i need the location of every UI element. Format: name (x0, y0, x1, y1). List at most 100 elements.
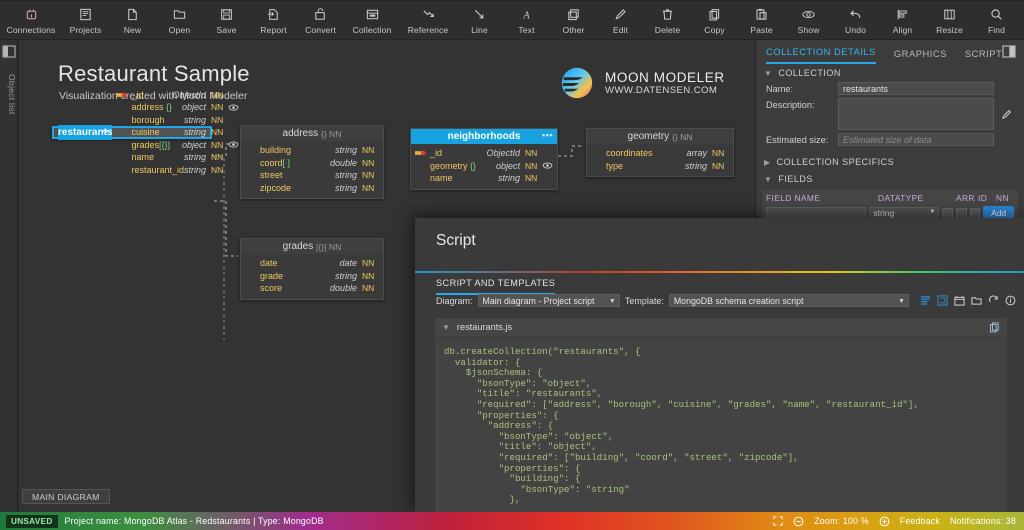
toolbar-button-other[interactable]: Other (550, 1, 597, 39)
entity-header[interactable]: address {} NN (241, 126, 383, 141)
entity-neighborhoods[interactable]: neighborhoods ••• _id ObjectId NN geomet… (410, 128, 558, 190)
field-row[interactable]: restaurant_id string NN (112, 163, 243, 176)
collection-name-input[interactable]: restaurants (838, 82, 994, 95)
open-folder-icon[interactable] (971, 295, 982, 306)
toolbar-button-line[interactable]: Line (456, 1, 503, 39)
field-row[interactable]: grade string NN (241, 270, 383, 283)
export-sql-icon[interactable] (937, 295, 948, 306)
toolbar-button-open[interactable]: Open (156, 1, 203, 39)
toolbar-button-resize[interactable]: Resize (926, 1, 973, 39)
info-icon[interactable] (1005, 295, 1016, 306)
eye-icon[interactable] (228, 103, 239, 111)
diagram-select[interactable]: Main diagram - Project script ▼ (477, 294, 620, 307)
entity-header[interactable]: restaurants ••• (58, 125, 113, 140)
tab-collection-details[interactable]: COLLECTION DETAILS (766, 46, 876, 64)
left-rail-label[interactable]: Object list (1, 74, 17, 115)
field-row[interactable]: geometry {} object NN (411, 160, 557, 173)
field-row[interactable]: address {} object NN (112, 101, 243, 114)
toolbar-button-find[interactable]: Find (973, 1, 1020, 39)
entity-menu-icon[interactable]: ••• (98, 126, 109, 136)
refresh-icon[interactable] (988, 295, 999, 306)
toolbar-button-show[interactable]: Show (785, 1, 832, 39)
toolbar-button-convert[interactable]: Convert (297, 1, 344, 39)
field-row[interactable]: grades[{}] object NN (112, 138, 243, 151)
toolbar-button-new[interactable]: New (109, 1, 156, 39)
toolbar-button-paste[interactable]: Paste (738, 1, 785, 39)
toolbar-button-align[interactable]: Align (879, 1, 926, 39)
field-row[interactable]: cuisine string NN (112, 126, 243, 139)
field-type: date (339, 258, 357, 269)
toolbar-button-script[interactable]: Script (1020, 1, 1024, 39)
entity-menu-icon[interactable]: ••• (542, 130, 553, 140)
section-collection[interactable]: ▼ COLLECTION (756, 64, 1024, 81)
field-row[interactable]: name string NN (112, 151, 243, 164)
primary-key-icon (415, 149, 428, 157)
zoom-out-icon[interactable] (793, 516, 804, 527)
section-collection-specifics[interactable]: ▶ COLLECTION SPECIFICS (756, 148, 1024, 170)
fit-screen-icon[interactable] (773, 516, 783, 526)
toolbar-button-collection[interactable]: Collection (344, 1, 400, 39)
toolbar-button-copy[interactable]: Copy (691, 1, 738, 39)
split-panel-icon[interactable] (1002, 45, 1016, 58)
zoom-in-icon[interactable] (879, 516, 890, 527)
copy-icon[interactable] (989, 321, 1000, 333)
entity-restaurants[interactable]: restaurants ••• _id ObjectId NN address … (52, 90, 239, 175)
field-row[interactable]: name string NN (411, 172, 557, 185)
code-content[interactable]: db.createCollection("restaurants", { val… (435, 337, 1007, 506)
field-row[interactable]: zipcode string NN (241, 182, 383, 195)
id-checkbox[interactable] (955, 207, 967, 219)
eye-icon[interactable] (228, 141, 239, 148)
tab-script-and-templates[interactable]: SCRIPT AND TEMPLATES (436, 278, 556, 295)
field-nn: NN (712, 148, 725, 159)
toolbar-button-save[interactable]: Save (203, 1, 250, 39)
feedback-link[interactable]: Feedback (900, 516, 940, 526)
field-row[interactable]: coord[ ] double NN (241, 157, 383, 170)
toolbar-button-report[interactable]: Report (250, 1, 297, 39)
tab-graphics[interactable]: GRAPHICS (894, 48, 947, 64)
entity-geometry[interactable]: geometry {} NN coordinates array NN type… (586, 128, 734, 177)
field-row[interactable]: coordinates array NN (587, 147, 733, 160)
notifications-link[interactable]: Notifications: 38 (950, 516, 1016, 526)
eye-icon[interactable] (542, 162, 553, 169)
section-fields[interactable]: ▼ FIELDS (756, 170, 1024, 187)
field-row[interactable]: _id ObjectId NN (411, 147, 557, 160)
arr-checkbox[interactable] (942, 207, 953, 219)
toolbar-label: Show (797, 25, 820, 35)
field-type: array (686, 148, 707, 159)
entity-header[interactable]: grades [{}] NN (241, 239, 383, 254)
template-select[interactable]: MongoDB schema creation script ▼ (668, 294, 909, 307)
toolbar-button-reference[interactable]: Reference (400, 1, 456, 39)
field-row[interactable]: _id ObjectId NN (112, 88, 243, 101)
pencil-icon[interactable] (1000, 98, 1014, 121)
chevron-down-icon[interactable]: ▼ (442, 323, 450, 332)
toolbar-button-edit[interactable]: Edit (597, 1, 644, 39)
field-row[interactable]: borough string NN (112, 113, 243, 126)
toolbar-button-undo[interactable]: Undo (832, 1, 879, 39)
field-row[interactable]: type string NN (587, 160, 733, 173)
estimated-size-input[interactable]: Estimated size of data (838, 133, 994, 146)
calendar-icon[interactable] (954, 295, 965, 306)
field-nn: NN (211, 102, 224, 112)
format-icon[interactable] (920, 295, 931, 306)
field-row[interactable]: building string NN (241, 144, 383, 157)
panel-toggle-icon[interactable] (1, 45, 16, 58)
field-row[interactable]: street string NN (241, 169, 383, 182)
tab-main-diagram[interactable]: MAIN DIAGRAM (22, 489, 110, 504)
code-editor[interactable]: ▼ restaurants.js db.createCollection("re… (435, 318, 1007, 512)
toolbar-button-connections[interactable]: Connections (0, 1, 62, 39)
field-row[interactable]: score double NN (241, 282, 383, 295)
entity-header[interactable]: geometry {} NN (587, 129, 733, 144)
field-row[interactable]: date date NN (241, 257, 383, 270)
tab-script[interactable]: SCRIPT (965, 48, 1002, 64)
toolbar-button-projects[interactable]: Projects (62, 1, 109, 39)
toolbar-button-delete[interactable]: Delete (644, 1, 691, 39)
entity-address[interactable]: address {} NN building string NN coord[ … (240, 125, 384, 199)
nn-checkbox[interactable] (969, 207, 981, 219)
svg-text:A: A (522, 10, 530, 21)
description-input[interactable] (838, 98, 994, 130)
toolbar-button-text[interactable]: A Text (503, 1, 550, 39)
toolbar-group-edit: Edit Delete Copy Paste Show Undo (597, 1, 879, 39)
entity-grades[interactable]: grades [{}] NN date date NN grade string… (240, 238, 384, 300)
code-file-header[interactable]: ▼ restaurants.js (435, 318, 1007, 337)
entity-header[interactable]: neighborhoods ••• (411, 129, 557, 144)
